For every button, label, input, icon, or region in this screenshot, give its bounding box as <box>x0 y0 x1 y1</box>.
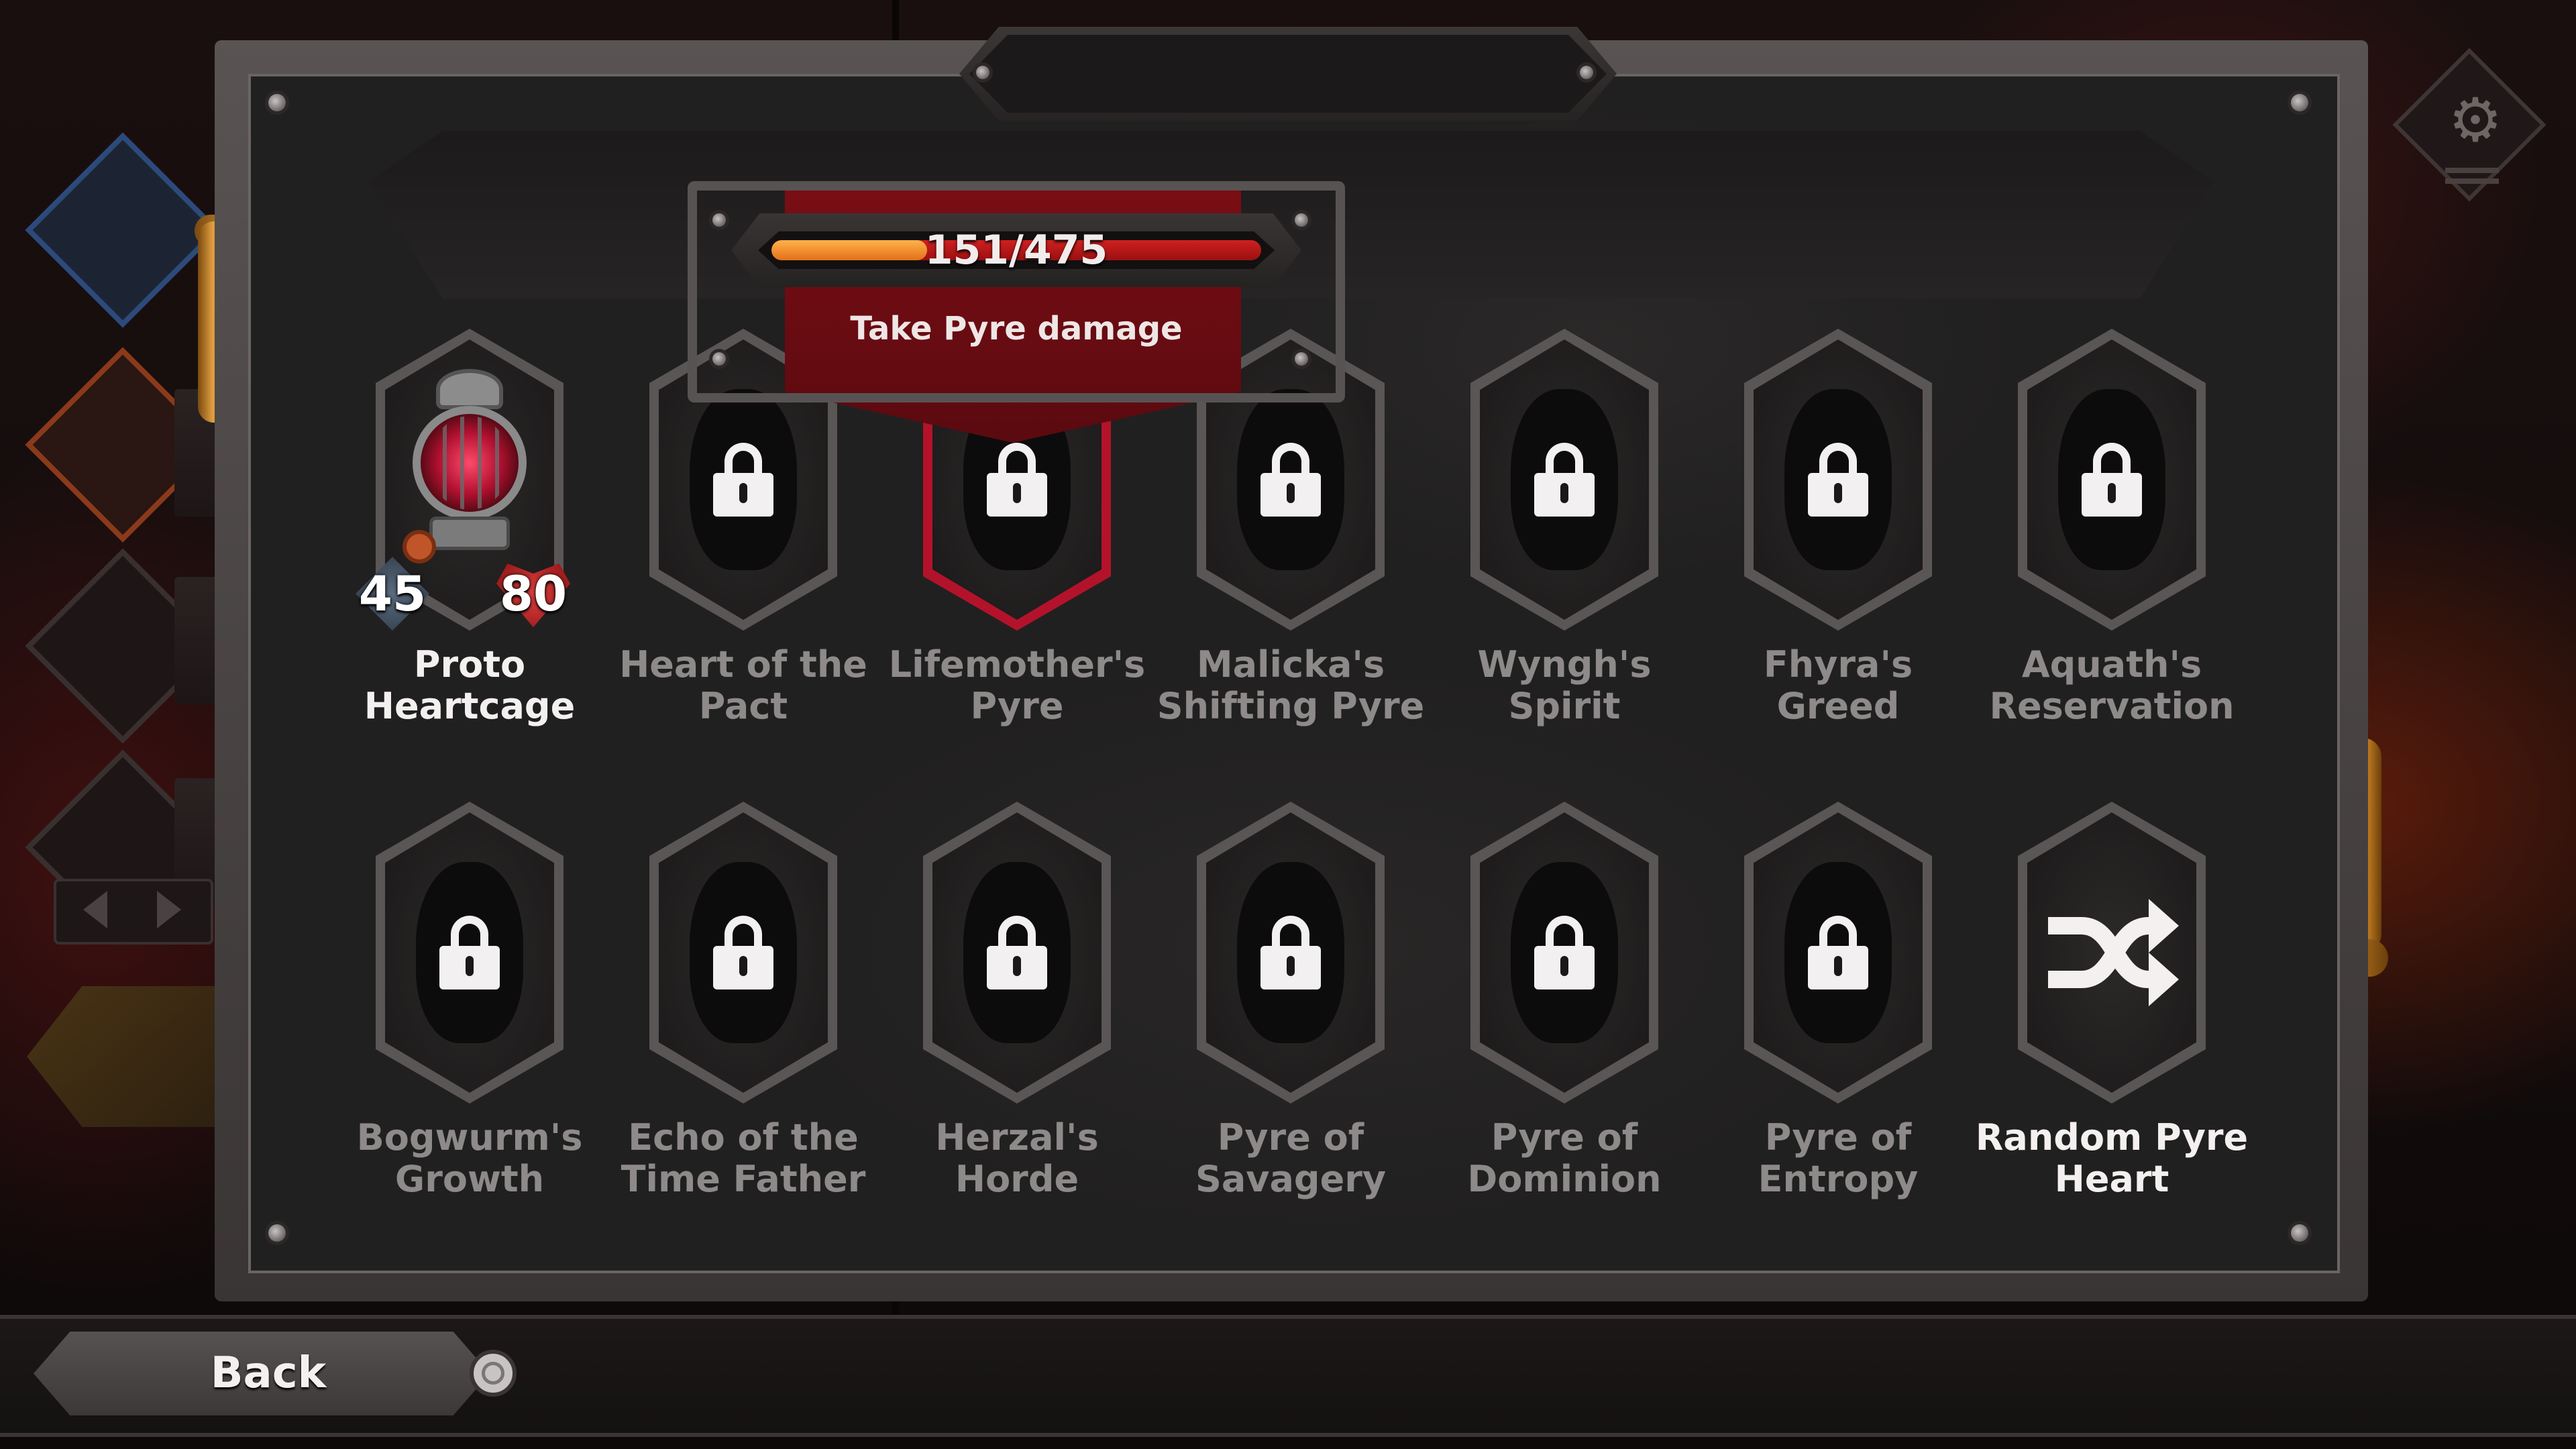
bolt <box>2291 1224 2308 1242</box>
health-value: 80 <box>499 566 568 622</box>
heart-name: Proto Heartcage <box>364 643 576 727</box>
lock-icon <box>987 443 1047 517</box>
arrow-right-icon[interactable] <box>157 891 181 928</box>
gear-icon[interactable]: ⚙ <box>2425 84 2526 158</box>
heart-card[interactable]: Pyre of Dominion <box>1467 802 1662 1200</box>
heart-card[interactable]: Herzal's Horde <box>923 802 1111 1200</box>
heart-card[interactable]: Aquath's Reservation <box>1989 329 2235 727</box>
lock-icon <box>2082 443 2142 517</box>
bolt <box>712 213 726 227</box>
unlock-objective: Take Pyre damage <box>850 310 1183 347</box>
heart-name: Pyre of Dominion <box>1467 1116 1662 1200</box>
back-button-label[interactable]: Back <box>80 1332 456 1415</box>
bolt <box>1295 352 1308 366</box>
bolt <box>1295 213 1308 227</box>
heart-card[interactable]: Bogwurm's Growth <box>357 802 582 1200</box>
heart-card[interactable]: Wyngh's Spirit <box>1470 329 1658 727</box>
bolt <box>268 94 286 111</box>
panel-top-tab-inner <box>969 35 1607 113</box>
lock-icon <box>1808 916 1868 989</box>
lock-icon <box>713 916 773 989</box>
heart-card[interactable]: Pyre of Entropy <box>1744 802 1932 1200</box>
lock-icon <box>1534 916 1595 989</box>
lock-icon <box>439 916 500 989</box>
heart-name: Bogwurm's Growth <box>356 1116 583 1200</box>
heart-name: Malicka's Shifting Pyre <box>1157 643 1425 727</box>
heart-card[interactable]: Echo of the Time Father <box>621 802 865 1200</box>
menu-lines-icon <box>2445 168 2499 189</box>
heart-name: Fhyra's Greed <box>1763 643 1913 727</box>
heart-name: Pyre of Savagery <box>1195 1116 1387 1200</box>
circle-button-icon[interactable] <box>470 1350 517 1397</box>
bolt <box>2291 94 2308 111</box>
heart-card[interactable]: Fhyra's Greed <box>1744 329 1932 727</box>
progress-value: 151/475 <box>924 227 1108 274</box>
lock-icon <box>1260 916 1321 989</box>
bolt <box>976 66 989 79</box>
health-badge: 80 <box>490 550 577 637</box>
heart-name: Wyngh's Spirit <box>1477 643 1652 727</box>
heart-name: Aquath's Reservation <box>1989 643 2235 727</box>
attack-badge: 45 <box>349 550 436 637</box>
bolt <box>268 1224 286 1242</box>
heart-name: Herzal's Horde <box>935 1116 1099 1200</box>
heart-card[interactable]: Random Pyre Heart <box>1976 802 2248 1200</box>
attack-value: 45 <box>358 566 427 622</box>
heart-name: Heart of the Pact <box>619 643 867 727</box>
heart-card[interactable]: Pyre of Savagery <box>1195 802 1386 1200</box>
heart-name: Pyre of Entropy <box>1758 1116 1919 1200</box>
sidebar-arrows[interactable] <box>54 879 213 945</box>
bolt <box>712 352 726 366</box>
lock-icon <box>987 916 1047 989</box>
heart-card[interactable]: 45 80 Proto Heartcage <box>356 329 575 727</box>
heart-name: Lifemother's Pyre <box>888 643 1146 727</box>
lock-icon <box>713 443 773 517</box>
arrow-left-icon[interactable] <box>83 891 107 928</box>
bolt <box>1580 66 1593 79</box>
lock-icon <box>1808 443 1868 517</box>
lock-icon <box>1260 443 1321 517</box>
lock-icon <box>1534 443 1595 517</box>
heartcage-icon <box>402 369 537 564</box>
shuffle-icon <box>2048 899 2179 1006</box>
heart-name: Random Pyre Heart <box>1975 1116 2249 1200</box>
heart-name: Echo of the Time Father <box>621 1116 866 1200</box>
